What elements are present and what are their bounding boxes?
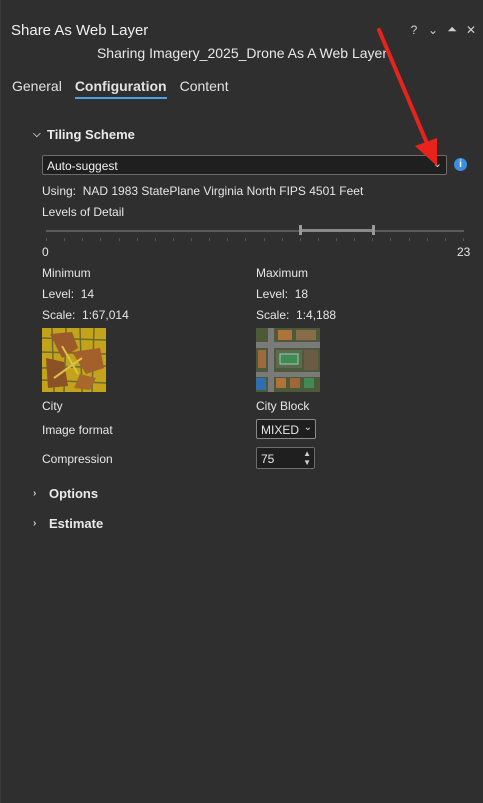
- maximum-scale-label: Scale:: [256, 308, 290, 322]
- levels-slider-track[interactable]: [46, 230, 464, 232]
- chevron-up-icon[interactable]: ▲: [303, 449, 311, 458]
- chevron-down-icon: ⌄: [303, 422, 312, 433]
- tiling-scheme-dropdown[interactable]: Auto-suggest ⌄: [42, 155, 447, 175]
- tab-configuration[interactable]: Configuration: [74, 78, 167, 99]
- chevron-down-icon[interactable]: ⌄: [428, 23, 438, 37]
- minimum-level-value: 14: [80, 287, 95, 301]
- tiling-scheme-label: Tiling Scheme: [47, 127, 135, 142]
- slider-tick: [444, 238, 446, 241]
- minimum-caption: City: [42, 399, 63, 413]
- levels-slider-max-handle[interactable]: [372, 225, 375, 235]
- slider-tick: [263, 238, 265, 241]
- minimum-scale-label: Scale:: [42, 308, 76, 322]
- estimate-section-header[interactable]: › Estimate: [33, 516, 103, 531]
- slider-tick: [209, 238, 211, 241]
- tab-bar: General Configuration Content: [12, 78, 229, 99]
- maximum-caption: City Block: [256, 399, 310, 413]
- slider-min-label: 0: [42, 245, 49, 259]
- annotation-arrow-icon: [377, 28, 437, 166]
- levels-slider-min-handle[interactable]: [299, 225, 302, 235]
- levels-of-detail-label: Levels of Detail: [42, 205, 125, 219]
- slider-tick: [136, 238, 138, 241]
- title-bar: Share As Web Layer ? ⌄ ⏶ ✕: [1, 0, 483, 40]
- tab-general[interactable]: General: [12, 78, 62, 99]
- options-label: Options: [49, 486, 99, 501]
- maximum-scale-row: Scale: 1:4,188: [256, 308, 336, 322]
- help-icon[interactable]: ?: [409, 23, 419, 37]
- pane-title: Share As Web Layer: [11, 22, 149, 39]
- image-format-select[interactable]: MIXED ⌄: [256, 419, 316, 439]
- using-label: Using:: [42, 184, 77, 198]
- chevron-down-icon: ⌄: [432, 158, 442, 170]
- minimum-header: Minimum: [42, 266, 91, 280]
- image-format-label: Image format: [42, 423, 113, 437]
- compression-label: Compression: [42, 452, 113, 466]
- slider-tick: [100, 238, 102, 241]
- options-section-header[interactable]: › Options: [33, 486, 98, 501]
- maximum-level-row: Level: 18: [256, 287, 308, 301]
- chevron-right-icon: ›: [33, 488, 37, 499]
- maximum-level-label: Level:: [256, 287, 289, 301]
- minimum-level-row: Level: 14: [42, 287, 94, 301]
- info-icon[interactable]: i: [454, 158, 467, 171]
- slider-max-label: 23: [457, 245, 471, 259]
- compression-stepper[interactable]: 75 ▲ ▼: [256, 447, 315, 469]
- slider-tick: [408, 238, 410, 241]
- slider-tick: [154, 238, 156, 241]
- compression-value: 75: [261, 452, 275, 466]
- slider-tick: [118, 238, 120, 241]
- slider-tick: [299, 238, 301, 241]
- slider-tick: [64, 238, 66, 241]
- minimum-level-label: Level:: [42, 287, 75, 301]
- slider-tick: [46, 238, 47, 241]
- slider-tick: [354, 238, 356, 241]
- minimum-scale-thumbnail: [42, 328, 106, 392]
- using-row: Using: NAD 1983 StatePlane Virginia Nort…: [42, 184, 363, 198]
- using-value: NAD 1983 StatePlane Virginia North FIPS …: [82, 184, 364, 198]
- slider-tick: [82, 238, 84, 241]
- tiling-scheme-value: Auto-suggest: [47, 159, 118, 173]
- slider-tick: [172, 238, 174, 241]
- pin-icon[interactable]: ⏶: [447, 22, 457, 37]
- estimate-label: Estimate: [49, 516, 104, 531]
- levels-slider-range[interactable]: [300, 229, 373, 232]
- chevron-right-icon: ›: [33, 518, 37, 529]
- maximum-header: Maximum: [256, 266, 309, 280]
- title-icons: ? ⌄ ⏶ ✕: [409, 22, 476, 37]
- slider-tick: [317, 238, 319, 241]
- slider-tick: [281, 238, 283, 241]
- slider-tick: [227, 238, 229, 241]
- chevron-down-icon: ⌵: [33, 129, 41, 140]
- slider-tick: [390, 238, 392, 241]
- minimum-scale-value: 1:67,014: [82, 308, 129, 322]
- slider-tick: [336, 238, 338, 241]
- tab-content[interactable]: Content: [180, 78, 229, 99]
- maximum-scale-value: 1:4,188: [296, 308, 337, 322]
- tiling-scheme-header[interactable]: ⌵ Tiling Scheme: [33, 127, 135, 142]
- close-icon[interactable]: ✕: [466, 23, 476, 37]
- slider-tick: [372, 238, 374, 241]
- pane-subtitle: Sharing Imagery_2025_Drone As A Web Laye…: [96, 45, 387, 61]
- chevron-down-icon[interactable]: ▼: [303, 458, 311, 467]
- slider-tick: [245, 238, 247, 241]
- slider-tick: [191, 238, 193, 241]
- maximum-scale-thumbnail: [256, 328, 320, 392]
- minimum-scale-row: Scale: 1:67,014: [42, 308, 129, 322]
- maximum-level-value: 18: [294, 287, 309, 301]
- image-format-value: MIXED: [261, 423, 300, 437]
- slider-tick: [426, 238, 428, 241]
- slider-tick: [463, 238, 464, 241]
- share-as-web-layer-pane: Share As Web Layer ? ⌄ ⏶ ✕ Sharing Image…: [0, 0, 483, 803]
